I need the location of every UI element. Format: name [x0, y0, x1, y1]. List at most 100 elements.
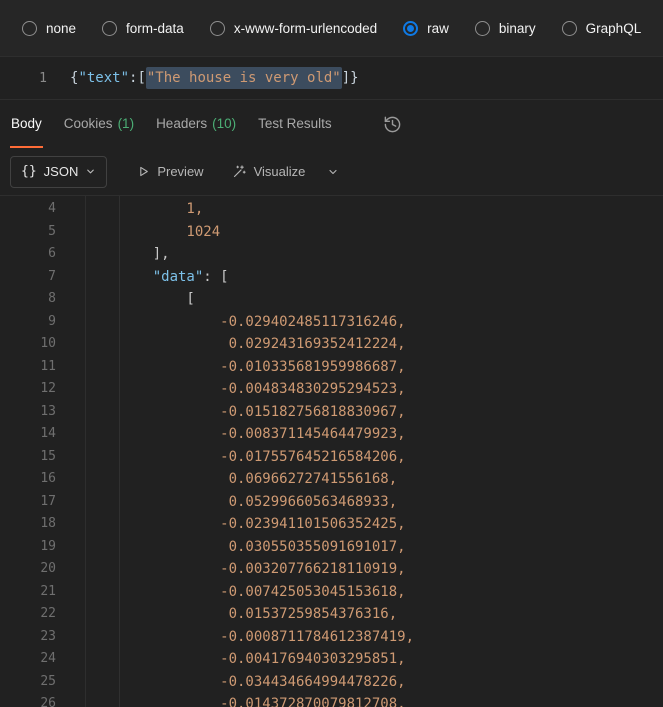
code-token-punc: [ — [119, 291, 195, 307]
tab-test-results[interactable]: Test Results — [257, 100, 333, 148]
line-number: 17 — [40, 493, 56, 509]
radio-unselected-icon — [474, 20, 490, 36]
code-token-num: -0.017557645216584206, — [119, 448, 406, 465]
line-number: 11 — [40, 358, 56, 374]
line-number: 10 — [40, 336, 56, 351]
code-line: 26 -0.014372870079812708, — [0, 693, 663, 707]
code-token-num: -0.0008711784612387419, — [119, 628, 415, 645]
code-line: 22 0.01537259854376316, — [0, 603, 663, 626]
code-line: 20 -0.003207766218110919, — [0, 558, 663, 581]
code-line: 24 -0.004176940303295851, — [0, 648, 663, 671]
code-token-num: -0.029402485117316246, — [119, 313, 406, 330]
body-type-label: none — [46, 20, 77, 36]
postman-request-response-panel: none form-data x-www-form-urlencoded raw… — [0, 0, 663, 707]
code-line: 19 0.030550355091691017, — [0, 536, 663, 559]
code-line: 4 1, — [0, 198, 663, 221]
code-line: 15 -0.017557645216584206, — [0, 446, 663, 469]
code-line: 17 0.05299660563468933, — [0, 491, 663, 514]
line-number: 13 — [40, 403, 56, 419]
preview-button[interactable]: Preview — [137, 164, 204, 179]
code-line: 5 1024 — [0, 221, 663, 244]
code-line: 14 -0.008371145464479923, — [0, 423, 663, 446]
tab-cookies[interactable]: Cookies (1) — [63, 100, 135, 148]
line-number: 4 — [48, 201, 56, 216]
visualize-button[interactable]: Visualize — [232, 164, 305, 179]
line-number: 22 — [40, 606, 56, 621]
body-type-option-raw[interactable]: raw — [403, 20, 449, 36]
tab-label: Test Results — [258, 115, 332, 131]
tab-body[interactable]: Body — [10, 100, 43, 148]
editor-code-line[interactable]: {"text":["The house is very old"]} — [47, 67, 359, 89]
code-line: 7 "data": [ — [0, 266, 663, 289]
code-token-punc — [119, 269, 153, 285]
line-number: 20 — [40, 561, 56, 576]
code-token-num: 0.030550355091691017, — [119, 538, 406, 555]
line-number: 19 — [40, 538, 56, 554]
code-token-punc: ], — [119, 246, 170, 262]
body-type-label: binary — [498, 20, 536, 36]
line-number: 25 — [40, 673, 56, 689]
body-type-label: form-data — [126, 20, 184, 36]
code-token-num: 1, — [119, 201, 204, 217]
radio-selected-icon — [403, 20, 419, 36]
line-number: 12 — [40, 381, 56, 396]
code-token-punc: : [ — [203, 268, 229, 285]
body-type-option-form-data[interactable]: form-data — [102, 20, 184, 36]
line-number: 9 — [48, 313, 56, 329]
body-type-label: raw — [427, 20, 449, 36]
code-token-num: 0.029243169352412224, — [119, 336, 406, 352]
code-token-num: -0.004834830295294523, — [119, 381, 406, 397]
body-type-option-graphql[interactable]: GraphQL — [561, 20, 642, 36]
radio-unselected-icon — [561, 20, 577, 36]
code-token-num: -0.010335681959986687, — [119, 358, 406, 375]
format-label: JSON — [43, 164, 79, 179]
response-code[interactable]: 4 1, 5 1024 6 ], 7 "data": [8 [9 -0.0294024… — [0, 196, 663, 707]
raw-body-editor[interactable]: 1 {"text":["The house is very old"]} — [0, 57, 663, 100]
code-line: 18 -0.023941101506352425, — [0, 513, 663, 536]
code-line: 10 0.029243169352412224, — [0, 333, 663, 356]
code-token-num: 1024 — [119, 223, 221, 240]
body-type-label: GraphQL — [585, 20, 642, 36]
code-token-num: -0.014372870079812708, — [119, 696, 406, 707]
code-token-num: -0.007425053045153618, — [119, 583, 406, 600]
braces-icon: {} — [21, 164, 37, 179]
play-outline-icon — [140, 166, 149, 177]
line-number: 8 — [48, 291, 56, 306]
tab-label: Cookies — [63, 115, 113, 131]
body-type-option-x-www-form-urlencoded[interactable]: x-www-form-urlencoded — [209, 20, 377, 36]
more-actions-button[interactable] — [327, 166, 339, 178]
line-number: 14 — [40, 426, 56, 441]
body-type-option-none[interactable]: none — [22, 20, 77, 36]
response-history-button[interactable] — [379, 110, 407, 138]
line-number: 24 — [40, 651, 56, 666]
tab-headers[interactable]: Headers (10) — [155, 100, 237, 148]
format-select-json[interactable]: {} JSON — [10, 155, 108, 188]
code-line: 25 -0.034434664994478226, — [0, 671, 663, 694]
line-number: 7 — [48, 268, 56, 284]
line-number: 18 — [40, 516, 56, 531]
editor-line-number: 1 — [39, 70, 47, 86]
code-line: 23 -0.0008711784612387419, — [0, 626, 663, 649]
line-number: 15 — [40, 448, 56, 464]
code-token-punctuation: :[ — [129, 70, 146, 86]
radio-unselected-icon — [22, 20, 37, 36]
tab-count-badge: (1) — [117, 115, 135, 131]
tab-label: Headers — [156, 115, 208, 131]
code-token-num: -0.004176940303295851, — [119, 651, 406, 667]
line-number: 21 — [40, 583, 56, 599]
code-token-num: -0.008371145464479923, — [119, 426, 406, 442]
response-tabs: Body Cookies (1) Headers (10) Test Resul… — [0, 100, 663, 148]
line-number: 26 — [40, 696, 56, 707]
wand-icon — [233, 165, 246, 178]
selected-text: "The house is very old" — [145, 67, 342, 89]
code-line: 6 ], — [0, 243, 663, 266]
code-line: 16 0.06966272741556168, — [0, 468, 663, 491]
code-line: 9 -0.029402485117316246, — [0, 311, 663, 334]
code-token-num: -0.015182756818830967, — [119, 403, 406, 420]
code-line: 12 -0.004834830295294523, — [0, 378, 663, 401]
body-type-option-binary[interactable]: binary — [474, 20, 536, 36]
code-token-num: -0.034434664994478226, — [119, 673, 406, 690]
line-number: 6 — [48, 246, 56, 261]
code-line: 13 -0.015182756818830967, — [0, 401, 663, 424]
code-line: 11 -0.010335681959986687, — [0, 356, 663, 379]
